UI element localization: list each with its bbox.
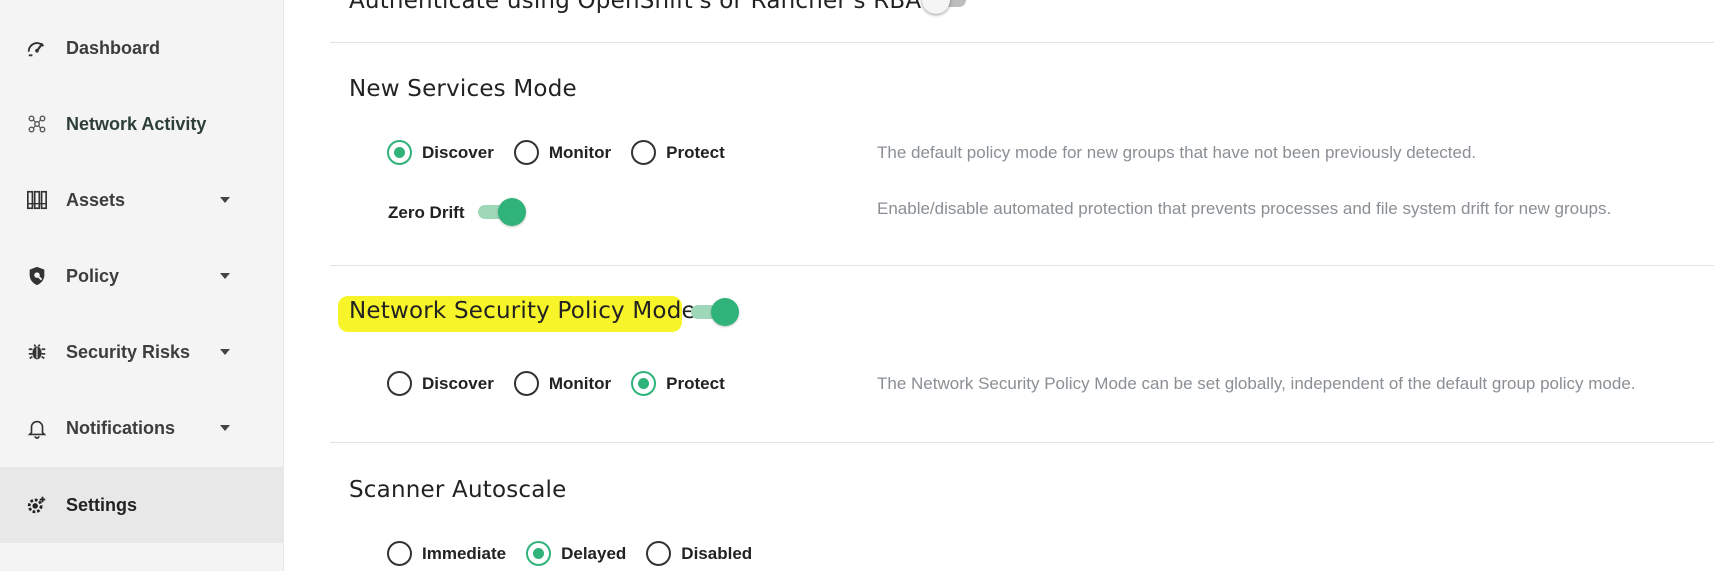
scanner-autoscale-title: Scanner Autoscale [349, 477, 567, 503]
radio-circle[interactable] [631, 140, 657, 165]
caret-down-icon [220, 349, 230, 355]
radio-protect[interactable]: Protect [631, 140, 725, 165]
caret-down-icon [220, 273, 230, 279]
sidebar-item-label: Policy [66, 265, 120, 286]
radio-circle[interactable] [631, 371, 657, 396]
radio-label: Delayed [561, 543, 627, 563]
sidebar-item-assets[interactable]: Assets [0, 162, 284, 238]
rbac-title: Authenticate using OpenShift's or Ranche… [349, 0, 938, 14]
sidebar-item-dashboard[interactable]: Dashboard [0, 10, 284, 86]
radio-label: Disabled [681, 543, 753, 563]
sidebar: Dashboard Network Activity Assets Policy… [0, 0, 284, 571]
sidebar-item-label: Dashboard [66, 37, 161, 58]
network-icon [26, 113, 48, 135]
divider [330, 42, 1714, 43]
radio-discover[interactable]: Discover [387, 140, 494, 165]
radio-discover[interactable]: Discover [387, 371, 494, 396]
network-security-mode-radio-group: Discover Monitor Protect [387, 371, 745, 396]
radio-circle[interactable] [387, 541, 412, 566]
radio-disabled[interactable]: Disabled [646, 541, 752, 566]
radio-label: Discover [422, 142, 494, 162]
scanner-autoscale-radio-group: Immediate Delayed Disabled [387, 541, 772, 566]
radio-label: Protect [666, 373, 725, 393]
sidebar-item-label: Notifications [66, 417, 176, 438]
radio-protect[interactable]: Protect [631, 371, 725, 396]
sidebar-item-notifications[interactable]: Notifications [0, 390, 284, 466]
sidebar-item-label: Settings [66, 494, 138, 515]
zero-drift-toggle[interactable] [478, 198, 526, 226]
sidebar-item-label: Network Activity [66, 113, 207, 134]
sidebar-item-label: Assets [66, 189, 126, 210]
speedometer-icon [26, 37, 48, 59]
new-services-mode-hint: The default policy mode for new groups t… [877, 143, 1477, 162]
radio-monitor[interactable]: Monitor [513, 371, 612, 396]
network-security-policy-mode-title: Network Security Policy Mode [349, 298, 696, 324]
radio-delayed[interactable]: Delayed [526, 541, 626, 566]
radio-circle[interactable] [513, 371, 539, 396]
radio-label: Monitor [548, 373, 612, 393]
radio-immediate[interactable]: Immediate [387, 541, 506, 566]
radio-label: Monitor [548, 142, 612, 162]
caret-down-icon [220, 425, 230, 431]
radio-label: Immediate [422, 543, 507, 563]
new-services-mode-radio-group: Discover Monitor Protect [387, 140, 745, 165]
zero-drift-label: Zero Drift [388, 203, 465, 222]
assets-icon [26, 189, 48, 211]
radio-label: Discover [422, 373, 494, 393]
radio-circle[interactable] [387, 371, 412, 396]
radio-label: Protect [666, 142, 725, 162]
bug-icon [26, 341, 48, 363]
sidebar-item-policy[interactable]: Policy [0, 238, 284, 314]
sidebar-item-network-activity[interactable]: Network Activity [0, 86, 284, 162]
network-security-policy-toggle[interactable] [691, 298, 739, 326]
radio-circle[interactable] [646, 541, 672, 566]
radio-circle[interactable] [513, 140, 539, 165]
radio-circle[interactable] [526, 541, 552, 566]
new-services-mode-title: New Services Mode [349, 76, 577, 102]
rbac-toggle[interactable] [922, 0, 968, 14]
bell-icon [26, 417, 48, 439]
divider [330, 265, 1714, 266]
sidebar-item-security-risks[interactable]: Security Risks [0, 314, 284, 390]
caret-down-icon [220, 197, 230, 203]
radio-monitor[interactable]: Monitor [513, 140, 612, 165]
sidebar-item-settings[interactable]: Settings [0, 467, 284, 543]
gear-icon [26, 494, 48, 516]
shield-icon [26, 265, 48, 287]
sidebar-item-label: Security Risks [66, 341, 191, 362]
radio-circle[interactable] [387, 140, 412, 165]
zero-drift-hint: Enable/disable automated protection that… [877, 199, 1612, 218]
